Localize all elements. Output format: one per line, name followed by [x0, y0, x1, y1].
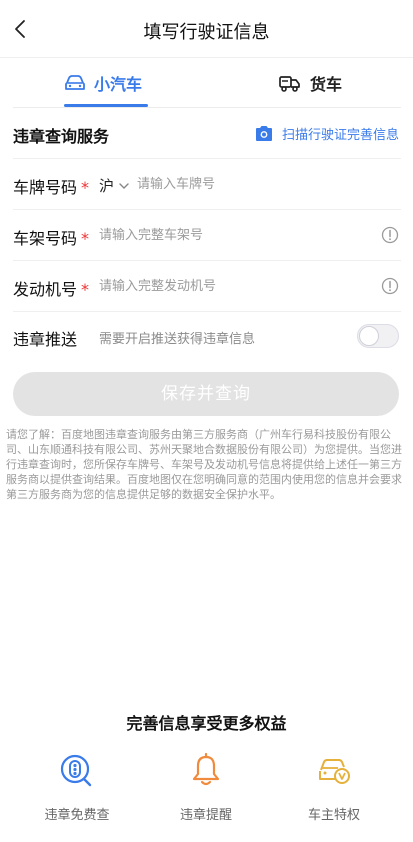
- tab-car-label: 小汽车: [93, 75, 142, 94]
- vin-row: 车架号码 *: [13, 210, 401, 261]
- tab-truck-label: 货车: [309, 75, 342, 94]
- benefits-title: 完善信息享受更多权益: [126, 714, 287, 733]
- vehicle-type-tabs: 小汽车 货车: [0, 58, 413, 108]
- engine-number-label: 发动机号 *: [13, 280, 90, 299]
- vin-input[interactable]: [99, 223, 369, 247]
- scan-license-button[interactable]: 扫描行驶证完善信息: [254, 124, 399, 143]
- benefit-free-query-label: 违章免费查: [44, 808, 110, 823]
- privacy-notice: 请您了解：百度地图违章查询服务由第三方服务商（广州车行易科技股份有限公司、山东顺…: [6, 428, 402, 501]
- plate-number-label: 车牌号码 *: [13, 178, 90, 197]
- violation-push-label: 违章推送: [13, 330, 78, 349]
- car-icon: [65, 75, 85, 90]
- truck-icon: [279, 76, 300, 92]
- engine-number-row: 发动机号 *: [13, 261, 401, 312]
- chevron-down-icon: [119, 182, 129, 189]
- plate-number-input[interactable]: [137, 172, 387, 196]
- engine-number-input[interactable]: [99, 274, 369, 298]
- benefit-owner-privileges[interactable]: 车主特权: [264, 752, 404, 823]
- benefit-reminder-label: 违章提醒: [179, 808, 232, 823]
- required-mark: *: [81, 280, 90, 299]
- info-icon[interactable]: [381, 226, 399, 244]
- camera-icon: [255, 126, 272, 141]
- bell-icon: [192, 752, 220, 786]
- section-title: 违章查询服务: [13, 127, 110, 146]
- tab-car[interactable]: 小汽车: [0, 58, 206, 108]
- benefit-owner-privileges-label: 车主特权: [307, 808, 360, 823]
- save-and-query-button[interactable]: 保存并查询: [13, 372, 399, 416]
- violation-push-toggle[interactable]: [357, 324, 399, 348]
- info-icon[interactable]: [381, 277, 399, 295]
- violation-service-header: 违章查询服务 扫描行驶证完善信息: [13, 108, 401, 159]
- page-title: 填写行驶证信息: [143, 22, 270, 43]
- violation-push-row: 违章推送 需要开启推送获得违章信息: [13, 311, 401, 362]
- toggle-knob: [359, 326, 379, 346]
- violation-push-hint: 需要开启推送获得违章信息: [99, 332, 256, 347]
- required-mark: *: [81, 229, 90, 248]
- search-badge-icon: [60, 754, 92, 787]
- province-selector[interactable]: 沪: [99, 175, 130, 196]
- province-value: 沪: [99, 177, 115, 195]
- plate-number-row: 车牌号码 * 沪: [13, 159, 401, 210]
- car-vip-icon: [319, 759, 350, 784]
- benefit-reminder[interactable]: 违章提醒: [136, 752, 276, 823]
- benefit-free-query[interactable]: 违章免费查: [7, 752, 147, 823]
- vin-label: 车架号码 *: [13, 229, 90, 248]
- tab-truck[interactable]: 货车: [207, 58, 413, 108]
- navigation-bar: 填写行驶证信息: [0, 0, 413, 58]
- scan-license-label: 扫描行驶证完善信息: [281, 128, 399, 143]
- required-mark: *: [81, 178, 90, 197]
